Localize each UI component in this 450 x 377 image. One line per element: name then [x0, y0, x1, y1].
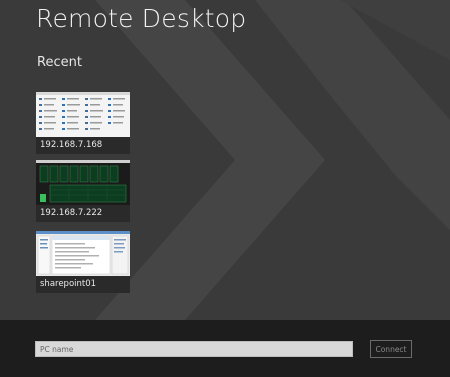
- desktop-thumbnail: [36, 92, 130, 137]
- recent-connection-tile[interactable]: 192.168.7.222: [36, 160, 130, 222]
- tile-label: 192.168.7.222: [40, 208, 103, 218]
- tile-label: sharepoint01: [40, 279, 97, 289]
- connect-bar: Connect: [0, 320, 450, 377]
- recent-connection-tile[interactable]: sharepoint01: [36, 231, 130, 293]
- connect-button[interactable]: Connect: [370, 340, 412, 358]
- tile-label-bar: 192.168.7.222: [36, 205, 130, 222]
- app-title: Remote Desktop: [36, 4, 247, 33]
- performance-monitor-thumbnail: [36, 160, 130, 205]
- tile-label: 192.168.7.168: [40, 140, 103, 150]
- tile-label-bar: 192.168.7.168: [36, 137, 130, 154]
- pc-name-input[interactable]: [35, 341, 353, 357]
- recent-connection-tile[interactable]: 192.168.7.168: [36, 92, 130, 154]
- tile-label-bar: sharepoint01: [36, 276, 130, 293]
- recent-heading: Recent: [37, 55, 82, 70]
- server-manager-thumbnail: [36, 231, 130, 276]
